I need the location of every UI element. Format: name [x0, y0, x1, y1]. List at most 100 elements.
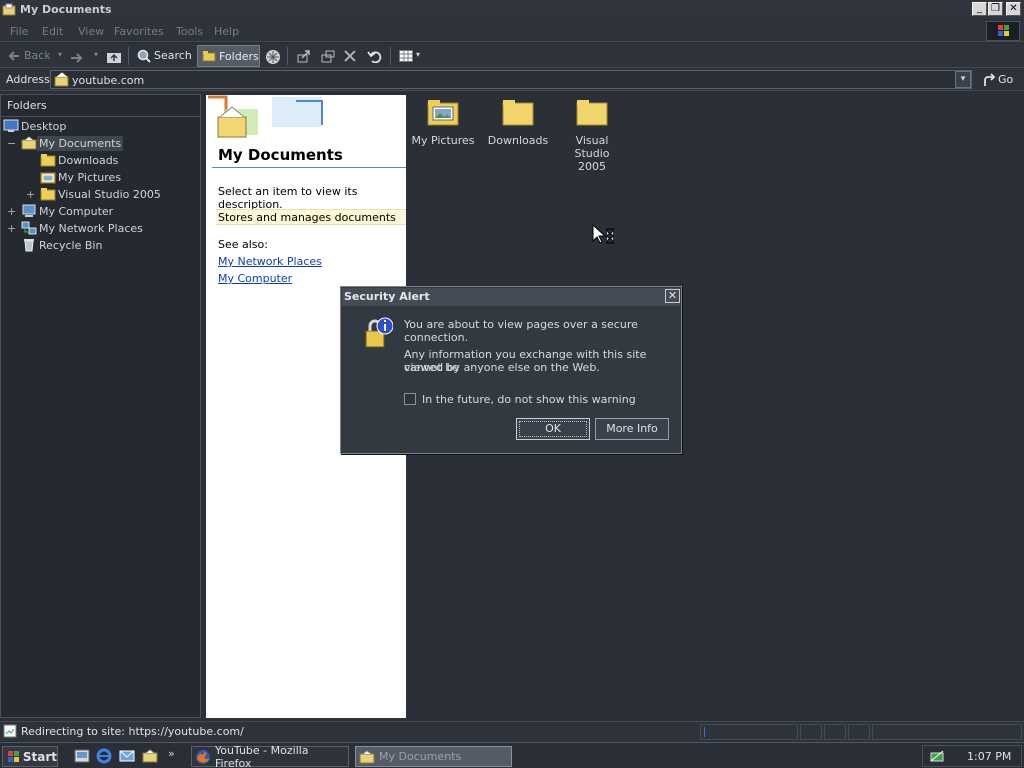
address-input[interactable]: youtube.com — [50, 70, 972, 89]
folder-icon — [576, 100, 608, 126]
status-zone-panel — [872, 724, 1022, 740]
info-lock-icon — [365, 317, 393, 348]
forward-arrow-icon[interactable] — [70, 52, 84, 64]
tree-label-recycle-bin: Recycle Bin — [39, 238, 103, 252]
menu-file[interactable]: File — [10, 25, 28, 38]
menu-favorites[interactable]: Favorites — [114, 25, 164, 38]
menu-view[interactable]: View — [78, 25, 104, 38]
internet-explorer-icon[interactable] — [96, 748, 112, 764]
file-label-line1: Visual Studio — [574, 134, 610, 160]
clock[interactable]: 1:07 PM — [967, 750, 1011, 763]
task-pane-description-box: Stores and manages documents — [216, 209, 406, 225]
dialog-title-bar: Security Alert ✕ — [342, 288, 680, 306]
tree-item-my-computer[interactable]: My Computer — [21, 203, 115, 219]
forward-dropdown-icon[interactable]: ▾ — [94, 50, 98, 59]
expand-icon[interactable]: + — [7, 205, 16, 218]
tree-item-my-pictures[interactable]: My Pictures — [40, 169, 123, 185]
file-item-downloads[interactable]: Downloads — [483, 97, 553, 147]
tree-label-my-network-places: My Network Places — [39, 221, 143, 235]
back-dropdown-icon[interactable]: ▾ — [58, 50, 62, 59]
toolbar-separator — [128, 47, 129, 65]
folders-button[interactable]: Folders — [197, 45, 260, 67]
my-computer-icon — [22, 204, 36, 217]
menu-tools[interactable]: Tools — [176, 25, 203, 38]
views-icon[interactable] — [399, 50, 413, 62]
file-label-downloads: Downloads — [487, 134, 549, 147]
collapse-icon[interactable]: − — [7, 137, 16, 150]
security-alert-dialog: Security Alert ✕ You are about to view p… — [340, 286, 682, 454]
task-pane-divider — [212, 167, 406, 168]
sync-icon[interactable] — [265, 49, 281, 65]
tree-item-my-network-places[interactable]: My Network Places — [21, 220, 145, 236]
quick-launch-chevron-icon[interactable]: » — [168, 747, 175, 760]
up-folder-icon[interactable] — [106, 50, 122, 64]
menu-help[interactable]: Help — [214, 25, 239, 38]
title-bar: My Documents _ ❐ ✕ — [0, 0, 1024, 19]
dialog-title: Security Alert — [344, 290, 430, 303]
ok-button[interactable]: OK — [516, 418, 590, 440]
status-bar: Redirecting to site: https://youtube.com… — [0, 721, 1024, 741]
status-panel — [800, 724, 822, 740]
dialog-close-button[interactable]: ✕ — [665, 289, 680, 303]
task-pane-prompt: Select an item to view its description. — [218, 185, 358, 211]
address-dropdown-icon[interactable]: ▾ — [955, 71, 971, 88]
undo-icon[interactable] — [367, 49, 383, 63]
status-progress-panel — [700, 724, 798, 740]
my-documents-icon[interactable] — [142, 748, 158, 764]
system-tray: 1:07 PM — [922, 745, 1022, 767]
busy-cursor-icon — [592, 224, 614, 244]
tree-label-downloads: Downloads — [58, 153, 119, 167]
delete-icon[interactable] — [344, 50, 356, 62]
my-documents-icon — [2, 3, 16, 15]
status-panel — [848, 724, 870, 740]
tree-label-desktop: Desktop — [21, 119, 67, 133]
tree-item-recycle-bin[interactable]: Recycle Bin — [21, 237, 104, 253]
desktop-icon — [3, 119, 19, 132]
link-my-network-places[interactable]: My Network Places — [218, 255, 322, 268]
do-not-show-checkbox[interactable] — [404, 393, 416, 405]
page-loading-icon — [3, 724, 17, 738]
search-button[interactable]: Search — [134, 46, 192, 66]
start-label: Start — [22, 749, 57, 764]
minimize-button[interactable]: _ — [972, 2, 987, 16]
task-firefox[interactable]: YouTube - Mozilla Firefox — [191, 744, 349, 768]
back-button[interactable]: Back — [4, 46, 56, 66]
go-button[interactable]: Go — [978, 71, 1018, 89]
outlook-express-icon[interactable] — [119, 748, 135, 764]
network-tray-icon[interactable] — [929, 748, 947, 764]
show-desktop-icon[interactable] — [74, 748, 90, 764]
link-my-computer[interactable]: My Computer — [218, 272, 292, 285]
taskbar: Start » YouTube - Mozilla Firefox My Doc… — [0, 742, 1024, 768]
expand-icon[interactable]: + — [26, 188, 35, 201]
dialog-line2b: viewed by anyone else on the Web. — [404, 361, 600, 374]
tree-item-visual-studio-2005[interactable]: Visual Studio 2005 — [40, 186, 163, 202]
views-dropdown-icon[interactable]: ▾ — [416, 50, 420, 59]
back-label: Back — [24, 49, 51, 62]
recycle-bin-icon — [24, 239, 34, 252]
task-my-documents[interactable]: My Documents — [355, 746, 512, 767]
tree-item-desktop[interactable]: Desktop — [3, 118, 68, 134]
move-to-icon[interactable] — [296, 49, 312, 63]
windows-logo-icon — [986, 21, 1020, 41]
tree-label-visual-studio-2005: Visual Studio 2005 — [58, 187, 161, 201]
network-places-icon — [21, 221, 37, 235]
maximize-button[interactable]: ❐ — [988, 2, 1003, 16]
folders-pane: Folders Desktop − My Documents Downloads… — [0, 94, 201, 718]
file-item-my-pictures[interactable]: My Pictures — [408, 97, 478, 147]
expand-icon[interactable]: + — [7, 222, 16, 235]
start-button[interactable]: Start — [2, 746, 58, 767]
close-button[interactable]: ✕ — [1006, 2, 1021, 16]
copy-to-icon[interactable] — [320, 49, 336, 63]
tree-item-my-documents[interactable]: My Documents — [21, 135, 124, 151]
folder-icon — [40, 188, 56, 201]
menu-edit[interactable]: Edit — [42, 25, 63, 38]
window-title: My Documents — [20, 3, 112, 16]
address-bar: Address youtube.com ▾ Go — [0, 69, 1024, 91]
my-documents-icon — [54, 72, 69, 87]
tree-item-downloads[interactable]: Downloads — [40, 152, 120, 168]
see-also-label: See also: — [218, 238, 268, 251]
file-item-visual-studio-2005[interactable]: Visual Studio 2005 — [557, 97, 627, 173]
file-label-visual-studio-2005: Visual Studio 2005 — [557, 134, 627, 173]
folders-icon — [202, 51, 216, 62]
more-info-button[interactable]: More Info — [595, 418, 669, 440]
